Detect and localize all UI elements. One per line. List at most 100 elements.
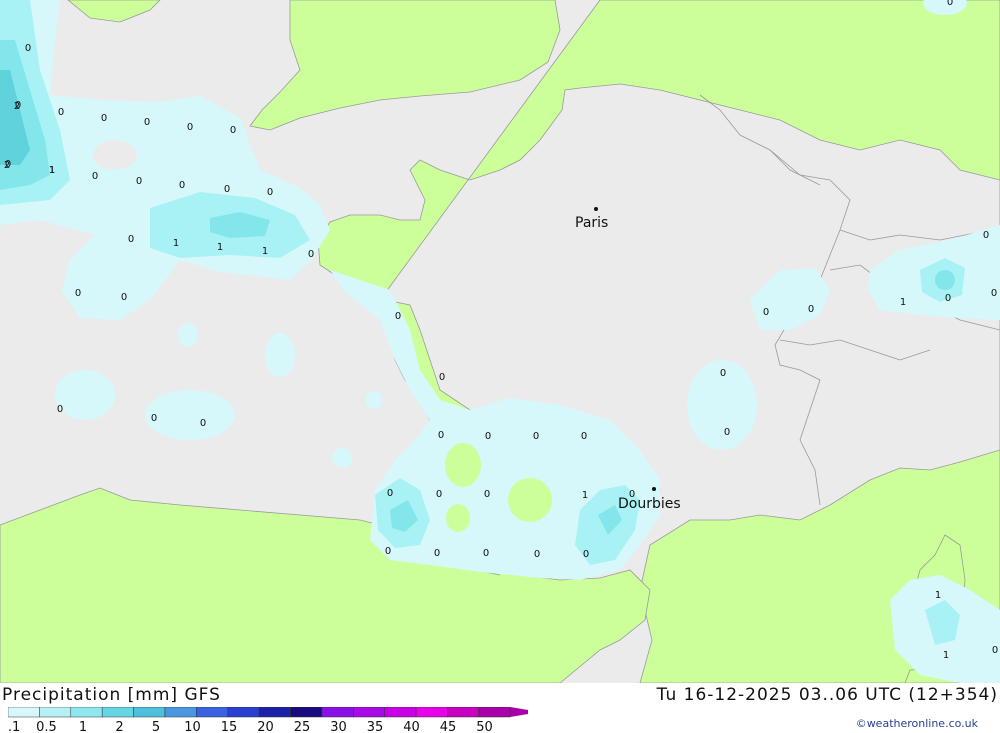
precip-value-label: 0: [144, 117, 150, 128]
precip-value-label: 0: [136, 176, 142, 187]
legend-arrow: [510, 707, 528, 717]
precipitation-map: Paris Dourbies 022 100 0 0 00 0 0 0 01 1 1000 00000…: [0, 0, 1000, 683]
precip-value-label: 0: [387, 488, 393, 499]
precip-value-label: 0: [15, 100, 21, 111]
legend-tick-label: 0.5: [36, 720, 57, 733]
city-label-dourbies: Dourbies: [618, 496, 681, 512]
precip-blob: [332, 448, 352, 468]
legend-tick-label: 45: [440, 720, 457, 733]
legend-tick-label: 35: [367, 720, 384, 733]
precip-value-label: 0: [991, 288, 997, 299]
precip-blob-strong: [935, 270, 955, 290]
legend-swatch: [258, 707, 291, 718]
precip-value-label: 0: [267, 187, 273, 198]
precip-value-label: 0: [724, 427, 730, 438]
precip-value-label: 0: [434, 548, 440, 559]
legend-swatch: [164, 707, 197, 718]
legend-swatch: [196, 707, 228, 718]
legend-swatch: [353, 707, 385, 718]
footer: Precipitation [mm] GFS Tu 16-12-2025 03.…: [0, 683, 1000, 733]
dry-land-patch: [445, 443, 481, 487]
legend-tick-label: 2: [115, 720, 123, 733]
precip-value-label: 0: [128, 234, 134, 245]
precip-value-label: 1: [173, 238, 179, 249]
precip-value-label: 0: [720, 368, 726, 379]
legend-swatch: [415, 707, 448, 718]
precip-value-label: 0: [151, 413, 157, 424]
precip-value-label: 0: [533, 431, 539, 442]
precip-value-label: 0: [200, 418, 206, 429]
precip-value-label: 0: [629, 489, 635, 500]
precip-value-label: 1: [935, 590, 941, 601]
precip-blob: [265, 333, 295, 377]
dry-hole: [93, 140, 137, 170]
precip-value-label: 0: [583, 549, 589, 560]
dry-land-patch: [508, 478, 552, 522]
legend-tick-label: 30: [330, 720, 347, 733]
legend-tick-label: 50: [476, 720, 493, 733]
legend-tick-label: 1: [79, 720, 87, 733]
credit-link[interactable]: ©weatheronline.co.uk: [856, 717, 978, 730]
precip-value-label: 0: [484, 489, 490, 500]
precip-blob: [178, 323, 198, 347]
precip-value-label: 1: [262, 246, 268, 257]
legend-swatch: [39, 707, 72, 718]
precip-value-label: 0: [58, 107, 64, 118]
precip-value-label: 0: [75, 288, 81, 299]
city-label-paris: Paris: [575, 215, 608, 231]
precip-value-label: 0: [25, 43, 31, 54]
city-dot-dourbies: [652, 487, 656, 491]
precip-value-label: 0: [485, 431, 491, 442]
precip-value-label: 0: [5, 159, 11, 170]
precip-value-label: 1: [49, 165, 55, 176]
legend-swatch: [290, 707, 323, 718]
precip-value-label: 0: [992, 645, 998, 656]
precip-blob: [55, 370, 115, 420]
legend-tick-label: 25: [294, 720, 311, 733]
precip-value-label: 0: [121, 292, 127, 303]
precip-value-label: 1: [943, 650, 949, 661]
chart-title: Precipitation [mm] GFS: [2, 685, 221, 705]
precip-value-label: 0: [92, 171, 98, 182]
legend-swatch: [447, 707, 480, 718]
forecast-datetime: Tu 16-12-2025 03..06 UTC (12+354): [656, 685, 998, 705]
precip-value-label: 0: [179, 180, 185, 191]
precip-value-label: 0: [187, 122, 193, 133]
precip-value-label: 0: [308, 249, 314, 260]
legend-swatch: [227, 707, 260, 718]
precip-value-label: 0: [947, 0, 953, 8]
city-dot-paris: [594, 207, 598, 211]
precip-blob: [145, 390, 235, 440]
precip-value-label: 0: [581, 431, 587, 442]
precip-value-label: 0: [57, 404, 63, 415]
legend-swatch: [321, 707, 354, 718]
legend-tick-label: 0.1: [8, 720, 20, 733]
precip-value-label: 1: [217, 242, 223, 253]
dry-land-patch: [446, 504, 470, 532]
precip-value-label: 0: [395, 311, 401, 322]
color-legend: 0.10.5125101520253035404550: [8, 707, 528, 733]
precip-value-label: 0: [438, 430, 444, 441]
precip-value-label: 1: [582, 490, 588, 501]
precip-value-label: 0: [945, 293, 951, 304]
legend-tick-label: 5: [152, 720, 160, 733]
legend-tick-label: 15: [221, 720, 238, 733]
legend-tick-label: 40: [403, 720, 420, 733]
precip-value-label: 0: [436, 489, 442, 500]
legend-swatch: [478, 707, 511, 718]
precip-value-label: 0: [439, 372, 445, 383]
legend-tick-label: 10: [184, 720, 201, 733]
precip-value-label: 0: [101, 113, 107, 124]
legend-swatch: [133, 707, 166, 718]
legend-tick-label: 20: [257, 720, 274, 733]
precip-value-label: 0: [483, 548, 489, 559]
precip-value-label: 0: [385, 546, 391, 557]
precip-value-label: 0: [224, 184, 230, 195]
precip-value-label: 0: [983, 230, 989, 241]
precip-value-label: 0: [763, 307, 769, 318]
legend-swatch: [101, 707, 134, 718]
precip-value-label: 0: [808, 304, 814, 315]
precip-value-label: 0: [230, 125, 236, 136]
precip-value-label: 0: [534, 549, 540, 560]
legend-swatch: [384, 707, 417, 718]
